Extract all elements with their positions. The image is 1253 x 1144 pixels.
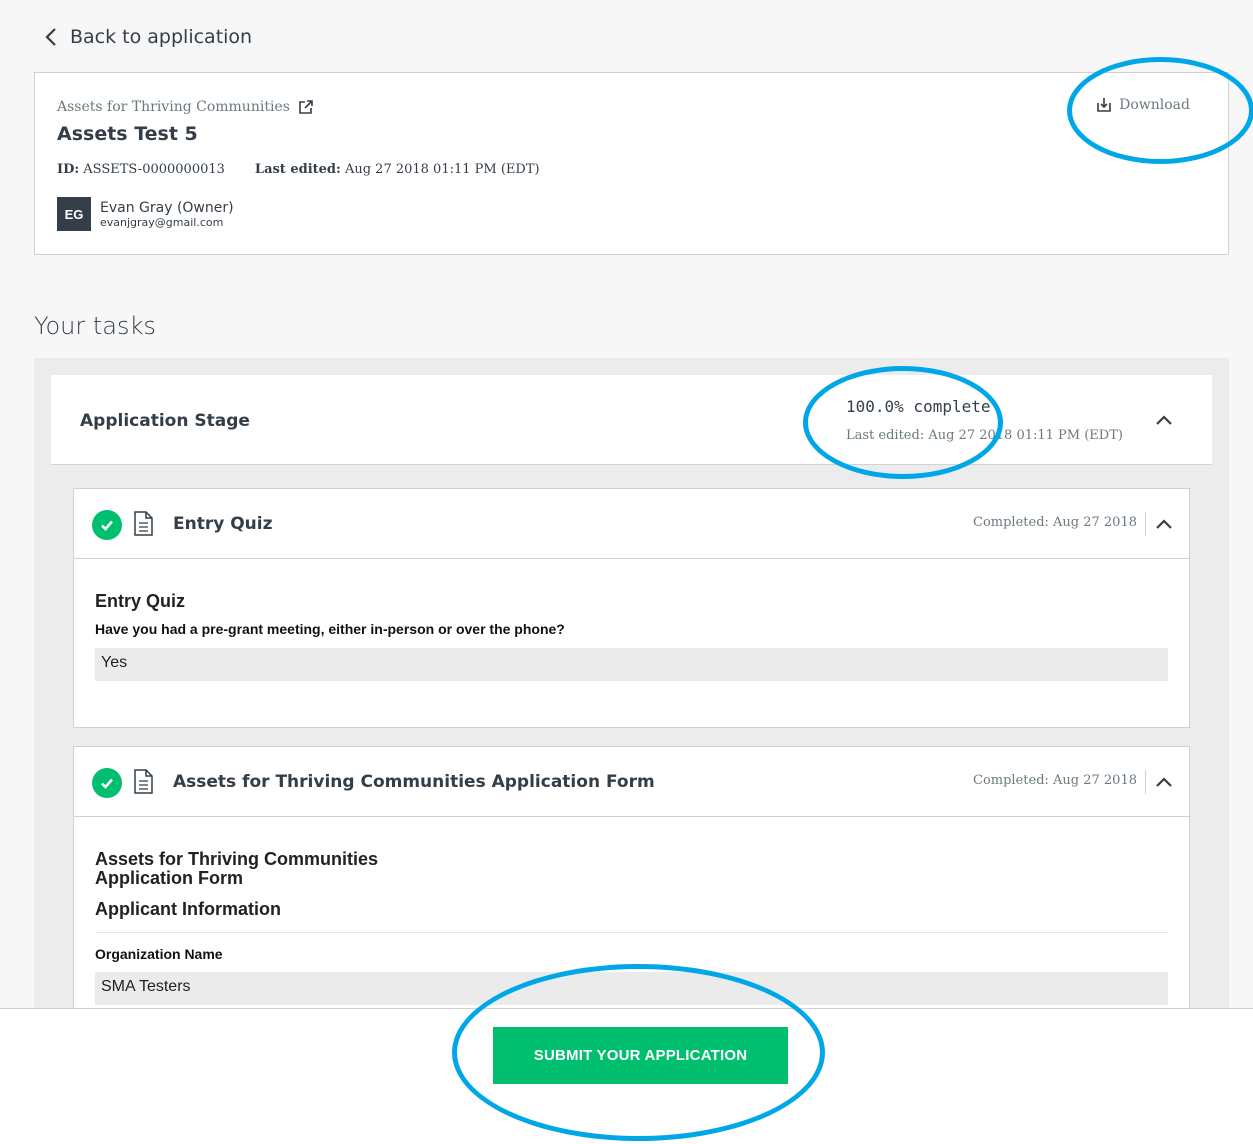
section-heading: Applicant Information <box>95 899 281 919</box>
task-card-entry-quiz: Entry Quiz Completed: Aug 27 2018 Entry … <box>73 488 1190 728</box>
document-icon <box>134 511 153 536</box>
task-header[interactable]: Entry Quiz Completed: Aug 27 2018 <box>74 489 1189 559</box>
task-header[interactable]: Assets for Thriving Communities Applicat… <box>74 747 1189 817</box>
application-title: Assets Test 5 <box>57 123 198 145</box>
submit-footer: SUBMIT YOUR APPLICATION <box>0 1008 1253 1144</box>
divider <box>1145 770 1146 794</box>
chevron-up-icon[interactable] <box>1149 405 1179 435</box>
application-stage-bar[interactable]: Application Stage 100.0% complete Last e… <box>51 375 1212 465</box>
stage-last-edited: Last edited: Aug 27 2018 01:11 PM (EDT) <box>846 428 1123 443</box>
entry-quiz-form: Entry Quiz Have you had a pre-grant meet… <box>74 591 1189 681</box>
external-link-icon <box>299 100 313 114</box>
form-title: Entry Quiz <box>95 591 186 611</box>
stage-progress: 100.0% complete <box>846 397 991 416</box>
download-button[interactable]: Download <box>1096 97 1190 113</box>
divider <box>95 932 1168 933</box>
check-circle-icon <box>92 768 122 798</box>
stage-title: Application Stage <box>80 411 250 431</box>
task-card-application-form: Assets for Thriving Communities Applicat… <box>73 746 1190 1026</box>
owner-name: Evan Gray (Owner) <box>100 199 234 216</box>
tasks-heading: Your tasks <box>34 312 156 340</box>
owner-info: EG Evan Gray (Owner) evanjgray@gmail.com <box>57 197 234 231</box>
answer-value: SMA Testers <box>95 972 1168 1005</box>
back-link-label: Back to application <box>70 26 253 48</box>
owner-email: evanjgray@gmail.com <box>100 215 224 229</box>
task-completed-date: Completed: Aug 27 2018 <box>973 773 1137 788</box>
document-icon <box>134 769 153 794</box>
task-name: Assets for Thriving Communities Applicat… <box>173 772 655 792</box>
download-icon <box>1097 98 1111 112</box>
application-header-card: Assets for Thriving Communities Assets T… <box>34 72 1229 255</box>
program-link[interactable]: Assets for Thriving Communities <box>57 99 314 115</box>
chevron-left-icon <box>45 28 56 46</box>
program-name: Assets for Thriving Communities <box>57 99 290 115</box>
form-title: Assets for Thriving Communities Applicat… <box>95 849 379 888</box>
task-name: Entry Quiz <box>173 514 273 534</box>
check-circle-icon <box>92 510 122 540</box>
avatar: EG <box>57 197 91 231</box>
application-id: ID: ASSETS-0000000013 <box>57 162 225 177</box>
divider <box>1145 512 1146 536</box>
question-label: Organization Name <box>95 946 223 962</box>
question-label: Have you had a pre-grant meeting, either… <box>95 621 565 637</box>
chevron-up-icon[interactable] <box>1151 511 1177 537</box>
chevron-up-icon[interactable] <box>1151 769 1177 795</box>
download-label: Download <box>1119 97 1190 113</box>
tasks-panel: Application Stage 100.0% complete Last e… <box>34 358 1229 1026</box>
task-completed-date: Completed: Aug 27 2018 <box>973 515 1137 530</box>
application-meta: ID: ASSETS-0000000013 Last edited: Aug 2… <box>57 162 540 177</box>
back-to-application-link[interactable]: Back to application <box>44 26 252 48</box>
application-last-edited: Last edited: Aug 27 2018 01:11 PM (EDT) <box>254 162 540 177</box>
answer-value: Yes <box>95 648 1168 681</box>
application-form-body: Assets for Thriving Communities Applicat… <box>74 850 1189 1005</box>
submit-application-button[interactable]: SUBMIT YOUR APPLICATION <box>493 1027 788 1084</box>
